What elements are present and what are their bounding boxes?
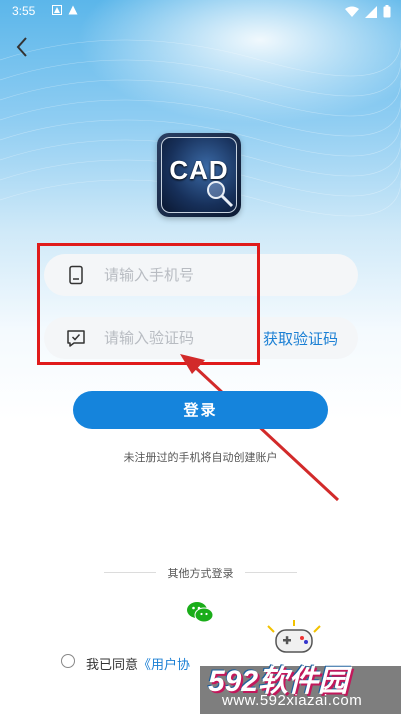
app-logo: CAD <box>157 133 241 217</box>
magnifier-icon <box>207 181 234 208</box>
status-time: 3:55 <box>12 4 36 18</box>
wifi-icon <box>345 6 359 17</box>
watermark-url: www.592xiazai.com <box>222 692 363 709</box>
agreement-prefix: 我已同意 <box>86 658 139 673</box>
battery-icon <box>383 5 391 18</box>
status-icons <box>345 5 391 18</box>
gamepad-icon <box>267 620 321 653</box>
annotation-highlight-box <box>37 243 260 365</box>
other-login-label: 其他方式登录 <box>167 567 234 580</box>
agreement-text: 我已同意《用户协 <box>86 654 190 673</box>
user-agreement-link[interactable]: 《用户协 <box>138 658 190 673</box>
auto-register-hint: 未注册过的手机将自动创建账户 <box>123 451 278 464</box>
site-watermark: 592软件园 www.592xiazai.com <box>200 620 401 714</box>
divider-right <box>245 572 297 573</box>
agreement-radio[interactable] <box>61 654 75 668</box>
back-arrow-icon[interactable] <box>10 34 36 60</box>
notification-icon <box>52 5 62 15</box>
warning-icon <box>68 5 78 15</box>
signal-icon <box>365 5 377 18</box>
wave-pattern <box>0 39 401 217</box>
login-button[interactable]: 登录 <box>73 391 328 429</box>
status-bar: 3:55 <box>0 0 401 24</box>
get-code-button[interactable]: 获取验证码 <box>263 328 338 349</box>
